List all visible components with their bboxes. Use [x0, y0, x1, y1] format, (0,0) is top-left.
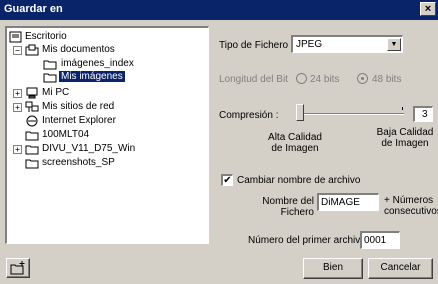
radio-24bits[interactable] [296, 73, 307, 84]
first-number-value: 0001 [364, 235, 387, 246]
desktop-icon [9, 31, 22, 43]
filename-label: Nombre del [262, 196, 314, 207]
compression-label: Compresión : [219, 110, 279, 121]
tree-item-label: Mis sitios de red [42, 101, 115, 112]
tree-item-label: Mi PC [42, 87, 70, 98]
tree-item-label: screenshots_SP [42, 157, 115, 168]
bitdepth-label: Longitud del Bit [219, 74, 288, 85]
close-button[interactable]: × [420, 2, 436, 16]
cancel-button[interactable]: Cancelar [368, 258, 433, 279]
folder-icon [43, 60, 57, 70]
numbers-suffix-label-2: consecutivos [384, 206, 438, 217]
internet-explorer-icon [26, 115, 38, 127]
title-bar: Guardar en × [0, 0, 438, 20]
tree-item-label: Internet Explorer [42, 115, 116, 126]
window-title: Guardar en [4, 3, 63, 15]
compression-slider-track[interactable] [297, 113, 404, 115]
compression-value-field[interactable]: 3 [413, 106, 433, 122]
high-quality-label-2: de Imagen [271, 143, 319, 154]
documents-folder-icon [25, 44, 39, 56]
tree-item-label: Mis documentos [42, 44, 115, 55]
network-icon [25, 101, 39, 112]
new-folder-button[interactable] [6, 258, 30, 278]
folder-tree[interactable]: Escritorio − Mis documentos imágenes_ind… [5, 26, 209, 244]
new-folder-icon [10, 261, 25, 275]
slider-tick [402, 107, 403, 110]
checkmark-icon: ✔ [223, 175, 232, 186]
tree-item-label: 100MLT04 [42, 129, 90, 140]
folder-icon [25, 145, 39, 155]
radio-24bits-label: 24 bits [310, 74, 340, 85]
compression-value: 3 [422, 109, 428, 120]
close-icon: × [424, 3, 432, 15]
filetype-select[interactable]: JPEG ▼ [291, 35, 403, 53]
low-quality-label: Baja Calidad [376, 127, 434, 138]
compression-slider-thumb[interactable] [296, 104, 304, 121]
first-number-label: Número del primer archivo [248, 235, 366, 246]
first-number-input[interactable]: 0001 [360, 231, 400, 249]
collapse-icon[interactable]: − [13, 46, 22, 55]
low-quality-label-2: de Imagen [381, 138, 429, 149]
rename-checkbox-label: Cambiar nombre de archivo [237, 175, 361, 186]
chevron-down-icon: ▼ [390, 41, 398, 48]
tree-item-label: DIVU_V11_D75_Win [42, 143, 136, 154]
high-quality-label: Alta Calidad [268, 132, 322, 143]
computer-icon [26, 87, 38, 99]
expand-icon[interactable]: + [13, 145, 22, 154]
expand-icon[interactable]: + [13, 89, 22, 98]
folder-icon [43, 73, 57, 83]
rename-checkbox[interactable]: ✔ [221, 174, 233, 186]
folder-icon [25, 159, 39, 169]
tree-item-label: Mis imágenes [59, 71, 125, 82]
radio-48bits-label: 48 bits [372, 74, 402, 85]
filename-label-2: Fichero [280, 207, 314, 218]
tree-item-label: imágenes_index [61, 58, 134, 69]
tree-item-label: Escritorio [25, 31, 67, 42]
ok-button[interactable]: Bien [303, 258, 363, 279]
filename-value: DiMAGE [321, 197, 360, 208]
filetype-label: Tipo de Fichero [219, 40, 289, 51]
dropdown-button[interactable]: ▼ [387, 38, 401, 51]
folder-icon [25, 131, 39, 141]
radio-48bits[interactable] [357, 73, 368, 84]
expand-icon[interactable]: + [13, 103, 22, 112]
numbers-suffix-label: + Números [384, 195, 434, 206]
filetype-value: JPEG [296, 39, 323, 50]
filename-input[interactable]: DiMAGE [317, 193, 379, 211]
